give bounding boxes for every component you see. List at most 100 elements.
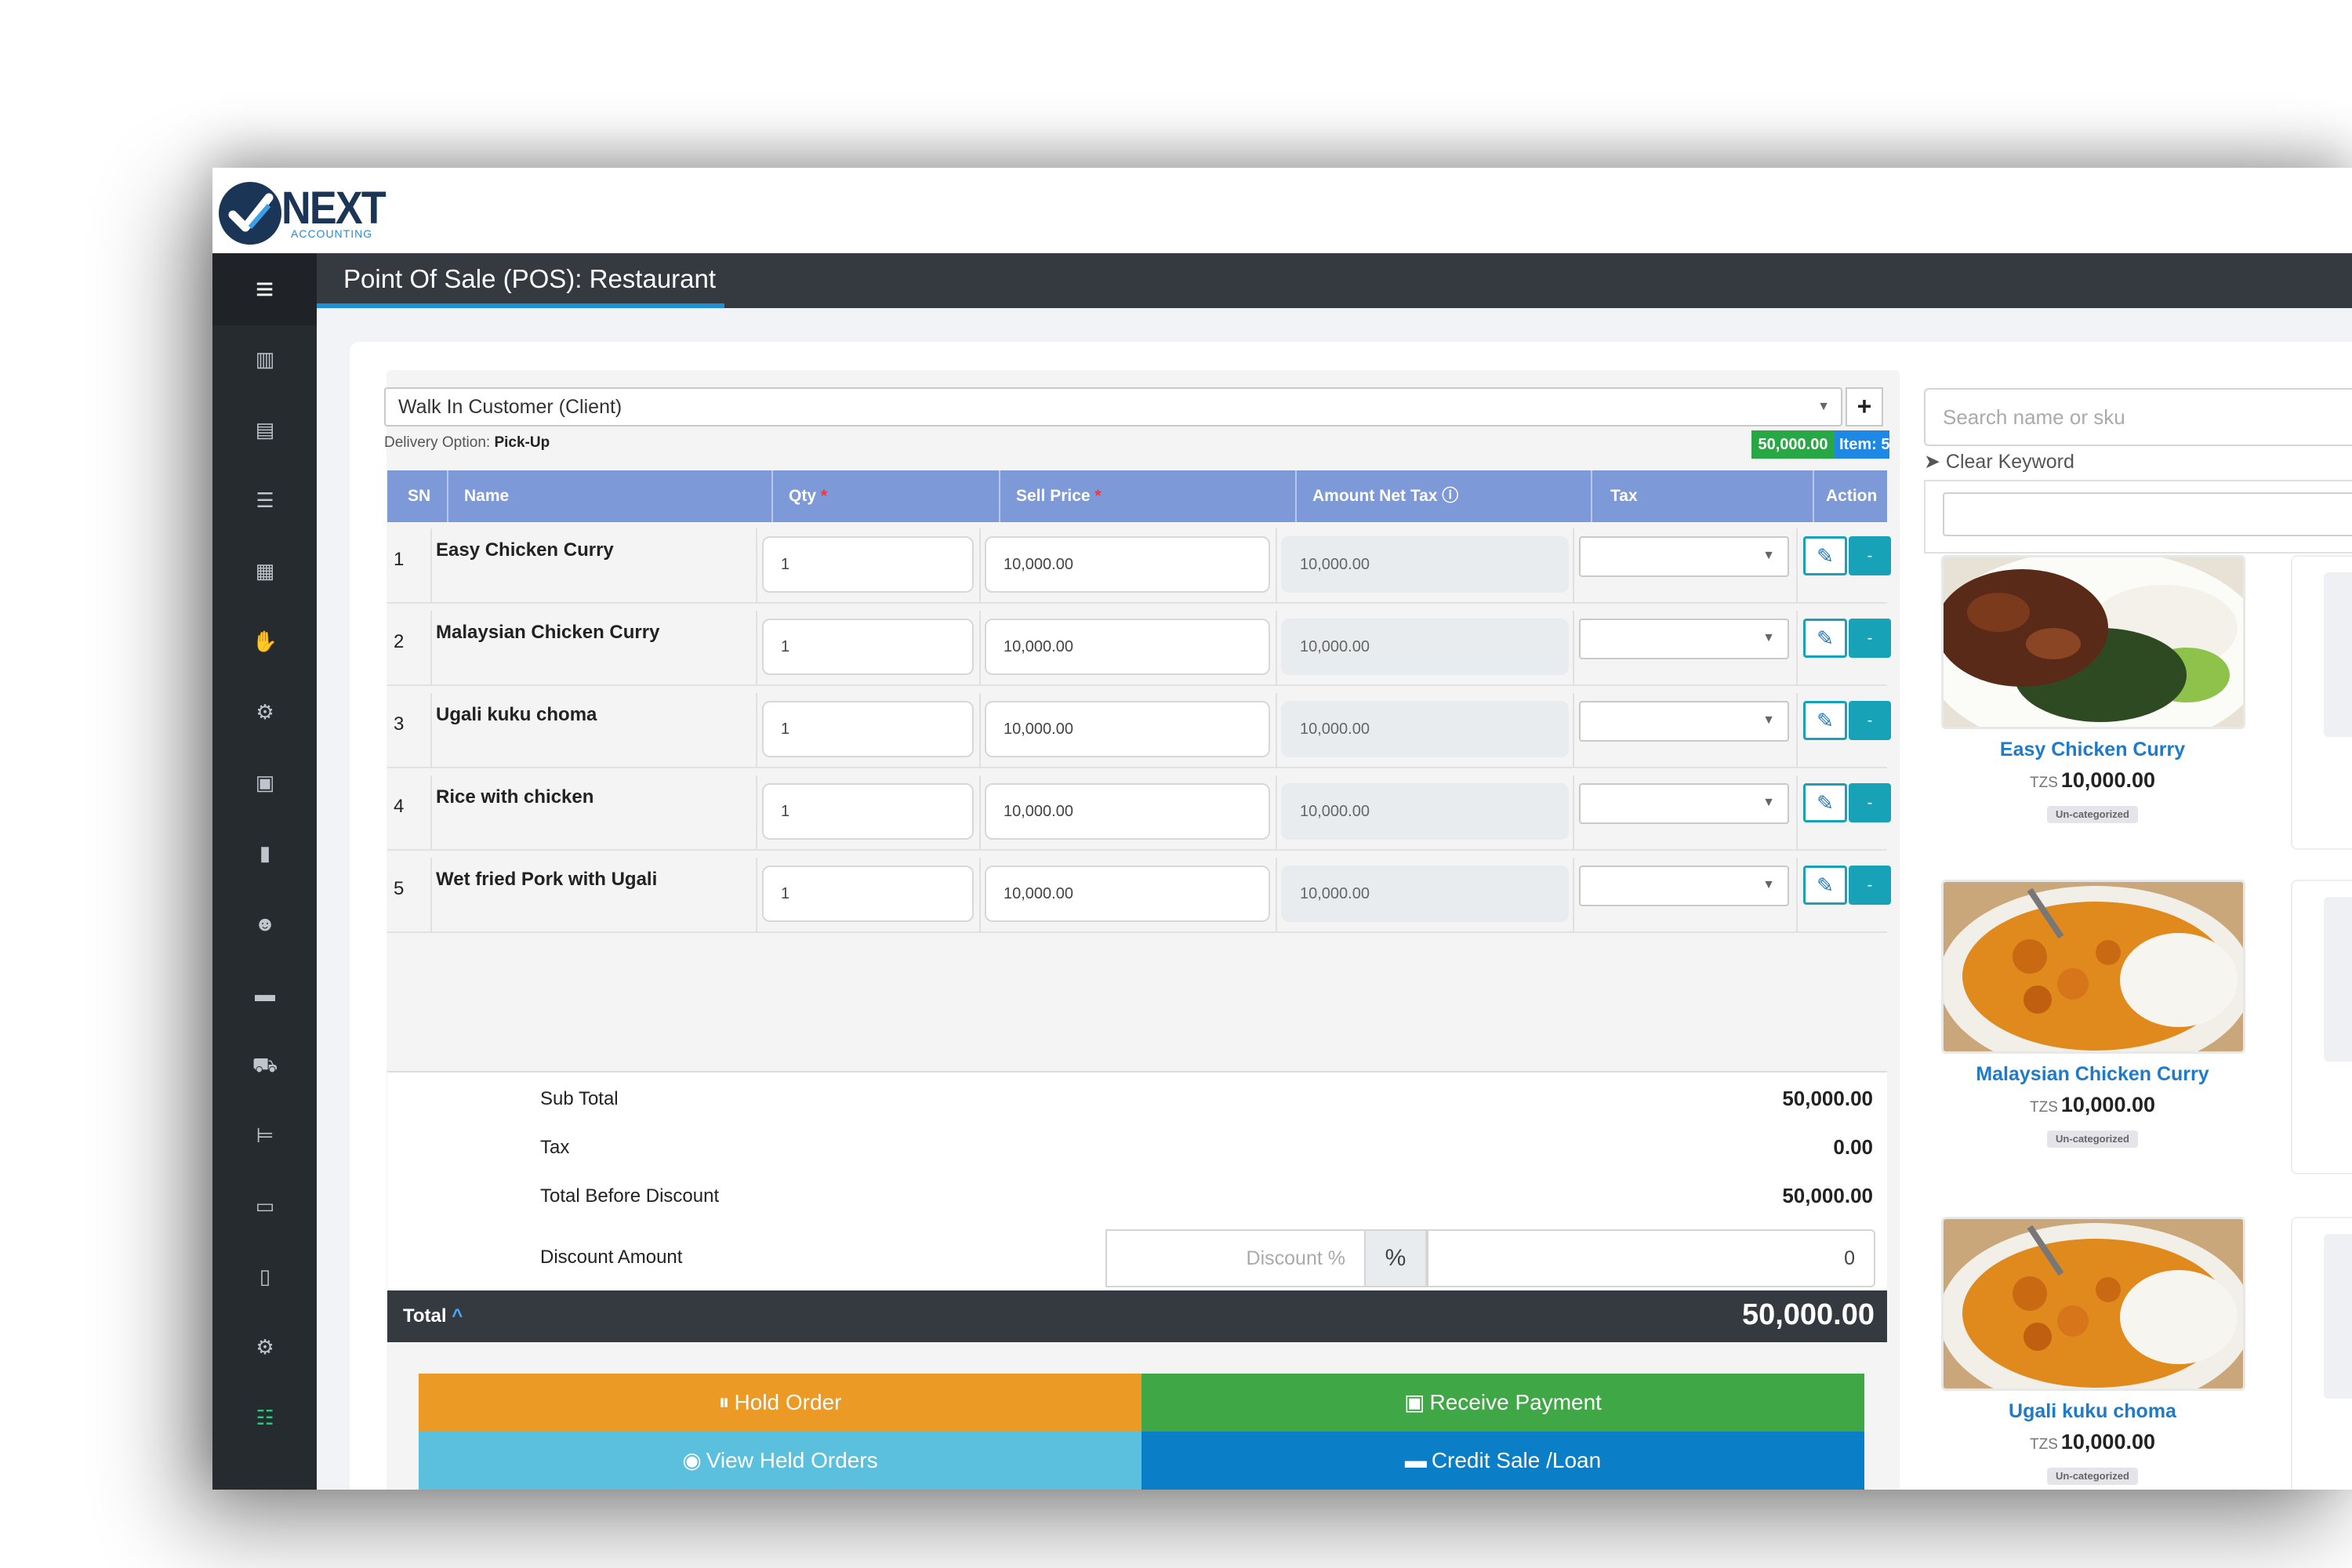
tax-select[interactable]: ▼ — [1579, 701, 1789, 742]
hold-order-button[interactable]: ⏸ Hold Order — [419, 1374, 1142, 1432]
chevron-down-icon: ▼ — [1762, 631, 1775, 644]
header-name: Name — [464, 487, 510, 505]
action-dropdown-button[interactable]: - — [1849, 701, 1891, 740]
table-row: 1 Easy Chicken Curry 1 10,000.00 10,000.… — [387, 528, 1891, 604]
money-bill-icon[interactable]: ▬ — [246, 978, 284, 1011]
qty-input[interactable]: 1 — [762, 701, 974, 757]
logo[interactable]: NEXT ACCOUNTING — [219, 180, 399, 245]
truck-icon[interactable]: ⛟ — [246, 1048, 284, 1081]
action-dropdown-button[interactable]: - — [1849, 536, 1891, 575]
product-search-input[interactable]: Search name or sku — [1924, 388, 2352, 446]
product-name: Easy Chicken Curry — [1999, 739, 2186, 760]
product-card-partial[interactable] — [2291, 880, 2352, 1174]
credit-card-icon[interactable]: ▤ — [246, 413, 284, 446]
tax-select[interactable]: ▼ — [1579, 866, 1789, 906]
customer-select-value: Walk In Customer (Client) — [398, 396, 622, 418]
delivery-label: Delivery Option: — [384, 434, 491, 451]
cart-table-header: SN Name Qty * Sell Price * Amount Net Ta… — [387, 470, 1887, 522]
amount-net-tax-field: 10,000.00 — [1281, 866, 1569, 922]
header-sell-price: Sell Price * — [1016, 487, 1102, 505]
table-row: 3 Ugali kuku choma 1 10,000.00 10,000.00… — [387, 693, 1891, 768]
header-sn: SN — [408, 487, 431, 505]
tax-select[interactable]: ▼ — [1579, 783, 1789, 824]
eye-icon: ◉ — [682, 1448, 702, 1472]
edit-button[interactable]: ✎ — [1803, 701, 1847, 740]
edit-button[interactable]: ✎ — [1803, 866, 1847, 905]
list-icon[interactable]: ☰ — [246, 484, 284, 517]
product-image — [1941, 555, 2245, 729]
add-customer-button[interactable]: + — [1846, 387, 1883, 426]
category-badge: Un-categorized — [2047, 1468, 2138, 1485]
edit-button[interactable]: ✎ — [1803, 619, 1847, 658]
action-dropdown-button[interactable]: - — [1849, 783, 1891, 822]
qty-input[interactable]: 1 — [762, 866, 974, 922]
header-action: Action — [1826, 487, 1878, 505]
money-icon: ▣ — [1404, 1390, 1425, 1414]
tax-select[interactable]: ▼ — [1579, 536, 1789, 577]
users-cog-icon[interactable]: ⚙ — [246, 695, 284, 728]
category-badge: Un-categorized — [2047, 806, 2138, 823]
table-row: 2 Malaysian Chicken Curry 1 10,000.00 10… — [387, 611, 1891, 686]
tax-select[interactable]: ▼ — [1579, 619, 1789, 659]
table-row: 5 Wet fried Pork with Ugali 1 10,000.00 … — [387, 858, 1891, 933]
file-icon[interactable]: ▯ — [246, 1260, 284, 1293]
product-card[interactable]: Ugali kuku choma TZS 10,000.00 Un-categor… — [1924, 1217, 2245, 1490]
handshake-icon[interactable]: ✋ — [246, 625, 284, 658]
grand-total-bar[interactable]: Total ^ 50,000.00 — [387, 1290, 1887, 1342]
subtotal-label: Sub Total — [540, 1088, 619, 1109]
boxes-icon[interactable]: ▣ — [246, 766, 284, 799]
logo-tagline: ACCOUNTING — [291, 227, 373, 240]
cogs-icon[interactable]: ⚙ — [246, 1330, 284, 1363]
customer-select[interactable]: Walk In Customer (Client) ▼ — [384, 387, 1842, 426]
percent-addon: % — [1364, 1229, 1427, 1287]
view-held-orders-button[interactable]: ◉ View Held Orders — [419, 1432, 1142, 1490]
sell-price-input[interactable]: 10,000.00 — [985, 866, 1270, 922]
table-row: 4 Rice with chicken 1 10,000.00 10,000.0… — [387, 775, 1891, 851]
product-card-partial[interactable] — [2291, 555, 2352, 850]
calculator-icon[interactable]: ▦ — [246, 554, 284, 587]
card-icon[interactable]: ▭ — [246, 1189, 284, 1222]
row-sn: 3 — [394, 713, 405, 735]
delivery-value: Pick-Up — [494, 434, 550, 451]
clipboard-icon[interactable]: ▮ — [246, 837, 284, 869]
total-value: 50,000.00 — [1741, 1298, 1875, 1331]
sliders-icon[interactable]: ☷ — [246, 1401, 284, 1434]
amount-net-tax-field: 10,000.00 — [1281, 783, 1569, 840]
chart-bar-icon[interactable]: ▥ — [246, 343, 284, 376]
discount-amount-input[interactable]: 0 — [1427, 1229, 1875, 1287]
sell-price-input[interactable]: 10,000.00 — [985, 536, 1270, 593]
sell-price-input[interactable]: 10,000.00 — [985, 619, 1270, 675]
edit-button[interactable]: ✎ — [1803, 536, 1847, 575]
clear-keyword-link[interactable]: ➤ Clear Keyword — [1924, 450, 2074, 474]
total-label: Total ^ — [403, 1305, 463, 1327]
row-sn: 1 — [394, 549, 405, 570]
amount-net-tax-field: 10,000.00 — [1281, 536, 1569, 593]
edit-button[interactable]: ✎ — [1803, 783, 1847, 822]
item-count-badge: Item: 5 — [1835, 430, 1889, 459]
chevron-down-icon: ▼ — [1762, 796, 1775, 809]
qty-input[interactable]: 1 — [762, 536, 974, 593]
credit-sale-button[interactable]: ▬ Credit Sale /Loan — [1142, 1432, 1864, 1490]
sell-price-input[interactable]: 10,000.00 — [985, 783, 1270, 840]
page-title: Point Of Sale (POS): Restaurant — [343, 264, 717, 293]
qty-input[interactable]: 1 — [762, 783, 974, 840]
pos-window: NEXT ACCOUNTING ≡ ▥ ▤ ☰ ▦ ✋ ⚙ ▣ ▮ ☻ ▬ ⛟ … — [212, 168, 2352, 1490]
users-icon[interactable]: ☻ — [246, 907, 284, 940]
product-card[interactable]: Easy Chicken Curry TZS 10,000.00 Un-categ… — [1924, 555, 2245, 861]
product-card[interactable]: Malaysian Chicken Curry TZS 10,000.00 Un-… — [1924, 880, 2245, 1185]
action-dropdown-button[interactable]: - — [1849, 866, 1891, 905]
receive-payment-button[interactable]: ▣ Receive Payment — [1142, 1374, 1864, 1432]
hamburger-icon[interactable]: ≡ — [212, 253, 317, 325]
sell-price-input[interactable]: 10,000.00 — [985, 701, 1270, 757]
action-dropdown-button[interactable]: - — [1849, 619, 1891, 658]
category-select[interactable] — [1943, 492, 2352, 536]
discount-percent-input[interactable]: Discount % — [1105, 1229, 1364, 1287]
logo-check-icon — [219, 182, 281, 245]
qty-input[interactable]: 1 — [762, 619, 974, 675]
product-name: Malaysian Chicken Curry — [1976, 1063, 2209, 1085]
product-image — [1941, 880, 2245, 1054]
bed-icon[interactable]: ⊨ — [246, 1119, 284, 1152]
product-card-partial[interactable] — [2291, 1217, 2352, 1490]
before-discount-value: 50,000.00 — [1782, 1184, 1873, 1207]
chevron-down-icon: ▼ — [1762, 878, 1775, 891]
